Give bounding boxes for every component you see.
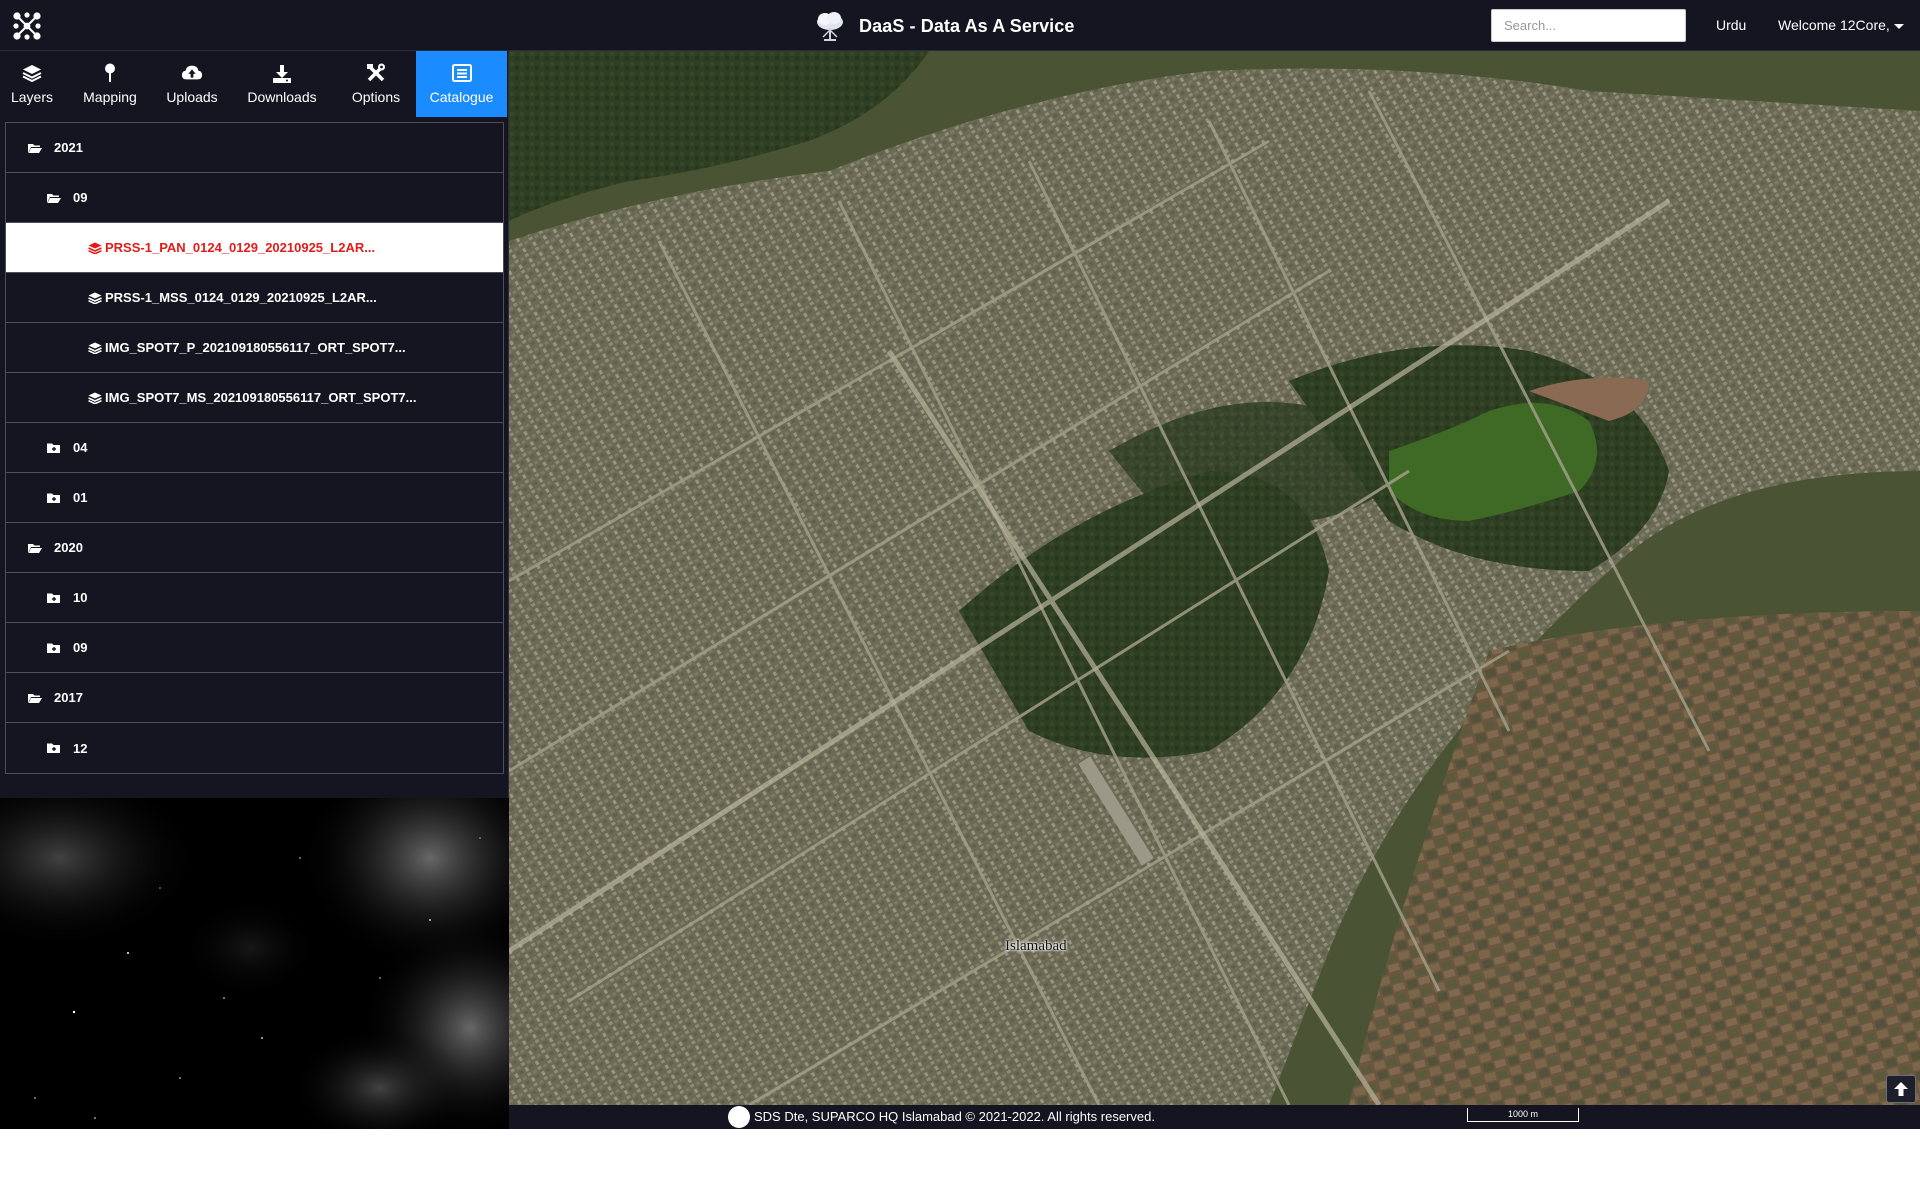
map-scale-bar: 1000 m xyxy=(1467,1108,1579,1122)
cloud-antenna-icon xyxy=(817,12,843,41)
tab-label: Layers xyxy=(10,89,54,105)
app-logo-icon[interactable] xyxy=(13,12,41,40)
tools-icon xyxy=(367,63,385,82)
map-footer: SDS Dte, SUPARCO HQ Islamabad © 2021-202… xyxy=(509,1105,1920,1129)
catalogue-item-label: 12 xyxy=(73,740,88,756)
tab-layers[interactable]: Layers xyxy=(0,51,64,117)
folder-plus-icon xyxy=(47,743,60,753)
catalogue-tree: 2021 09 PRSS-1_PAN_0124_0129_20210925_L2AR… xyxy=(5,122,504,774)
layers-icon xyxy=(88,392,102,404)
catalogue-icon xyxy=(451,64,472,82)
folder-plus-icon xyxy=(47,493,60,503)
scale-label: 1000 m xyxy=(1507,1109,1539,1119)
tab-label: Options xyxy=(351,89,401,105)
tab-uploads[interactable]: Uploads xyxy=(156,51,228,117)
tab-label: Catalogue xyxy=(429,89,494,105)
catalogue-item-label: 01 xyxy=(73,490,88,505)
catalogue-layer-item[interactable]: IMG_SPOT7_P_202109180556117_ORT_SPOT7... xyxy=(6,323,503,373)
arrow-up-icon xyxy=(1894,1082,1908,1096)
top-navbar: DaaS - Data As A Service Urdu Welcome 12… xyxy=(0,0,1920,51)
catalogue-folder-item[interactable]: 2020 xyxy=(6,523,503,573)
catalogue-folder-item[interactable]: 12 xyxy=(6,723,503,773)
catalogue-item-label: 2021 xyxy=(54,140,83,155)
map-city-label: Islamabad xyxy=(1005,938,1067,954)
catalogue-folder-item[interactable]: 2017 xyxy=(6,673,503,723)
folder-open-icon xyxy=(28,143,42,153)
layers-icon xyxy=(88,342,102,354)
tab-label: Uploads xyxy=(166,89,218,105)
tab-catalogue[interactable]: Catalogue xyxy=(416,51,507,117)
download-icon xyxy=(273,64,291,83)
catalogue-item-label: 09 xyxy=(73,640,88,655)
cloud-upload-icon xyxy=(181,65,203,80)
welcome-text: Welcome 12Core, xyxy=(1778,17,1890,33)
tab-options[interactable]: Options xyxy=(336,51,416,117)
tab-downloads[interactable]: Downloads xyxy=(228,51,336,117)
tab-label: Downloads xyxy=(247,89,317,105)
map-view[interactable]: Islamabad xyxy=(509,51,1920,1105)
catalogue-layer-item[interactable]: PRSS-1_PAN_0124_0129_20210925_L2AR... xyxy=(6,223,503,273)
layers-icon xyxy=(88,242,102,254)
tab-mapping[interactable]: Mapping xyxy=(64,51,156,117)
layers-icon xyxy=(22,65,42,82)
app-title: DaaS - Data As A Service xyxy=(859,15,1075,36)
catalogue-item-label: IMG_SPOT7_MS_202109180556117_ORT_SPOT7..… xyxy=(105,390,417,405)
catalogue-item-label: 2020 xyxy=(54,540,83,555)
catalogue-item-label: PRSS-1_PAN_0124_0129_20210925_L2AR... xyxy=(105,240,376,255)
layers-icon xyxy=(88,292,102,304)
catalogue-item-label: PRSS-1_MSS_0124_0129_20210925_L2AR... xyxy=(105,290,377,305)
folder-open-icon xyxy=(28,693,42,703)
folder-open-icon xyxy=(28,543,42,553)
catalogue-folder-item[interactable]: 2021 xyxy=(6,123,503,173)
folder-plus-icon xyxy=(47,593,60,603)
copyright-text: SDS Dte, SUPARCO HQ Islamabad © 2021-202… xyxy=(754,1109,1155,1124)
side-panel: Layers Mapping Uploads Downloads Options… xyxy=(0,51,509,798)
catalogue-item-label: 2017 xyxy=(54,690,83,705)
catalogue-item-label: IMG_SPOT7_P_202109180556117_ORT_SPOT7... xyxy=(105,340,406,355)
catalogue-folder-item[interactable]: 09 xyxy=(6,623,503,673)
catalogue-item-label: 09 xyxy=(73,190,88,205)
search-input[interactable] xyxy=(1491,9,1686,42)
catalogue-folder-item[interactable]: 09 xyxy=(6,173,503,223)
language-toggle[interactable]: Urdu xyxy=(1716,17,1746,33)
globe-background xyxy=(0,798,509,1129)
catalogue-layer-item[interactable]: IMG_SPOT7_MS_202109180556117_ORT_SPOT7..… xyxy=(6,373,503,423)
suparco-logo xyxy=(728,1106,750,1128)
tab-bar: Layers Mapping Uploads Downloads Options… xyxy=(0,51,508,117)
catalogue-folder-item[interactable]: 10 xyxy=(6,573,503,623)
map-pin-icon xyxy=(105,63,115,82)
user-menu[interactable]: Welcome 12Core, xyxy=(1778,17,1904,33)
catalogue-layer-item[interactable]: PRSS-1_MSS_0124_0129_20210925_L2AR... xyxy=(6,273,503,323)
caret-down-icon xyxy=(1893,24,1904,29)
scroll-top-button[interactable] xyxy=(1886,1075,1916,1103)
folder-plus-icon xyxy=(47,643,60,653)
catalogue-folder-item[interactable]: 04 xyxy=(6,423,503,473)
catalogue-folder-item[interactable]: 01 xyxy=(6,473,503,523)
catalogue-item-label: 04 xyxy=(73,440,88,455)
folder-open-icon xyxy=(47,193,61,203)
brand: DaaS - Data As A Service xyxy=(815,10,1075,42)
tab-label: Mapping xyxy=(83,89,137,105)
folder-plus-icon xyxy=(47,443,60,453)
catalogue-item-label: 10 xyxy=(73,590,88,605)
